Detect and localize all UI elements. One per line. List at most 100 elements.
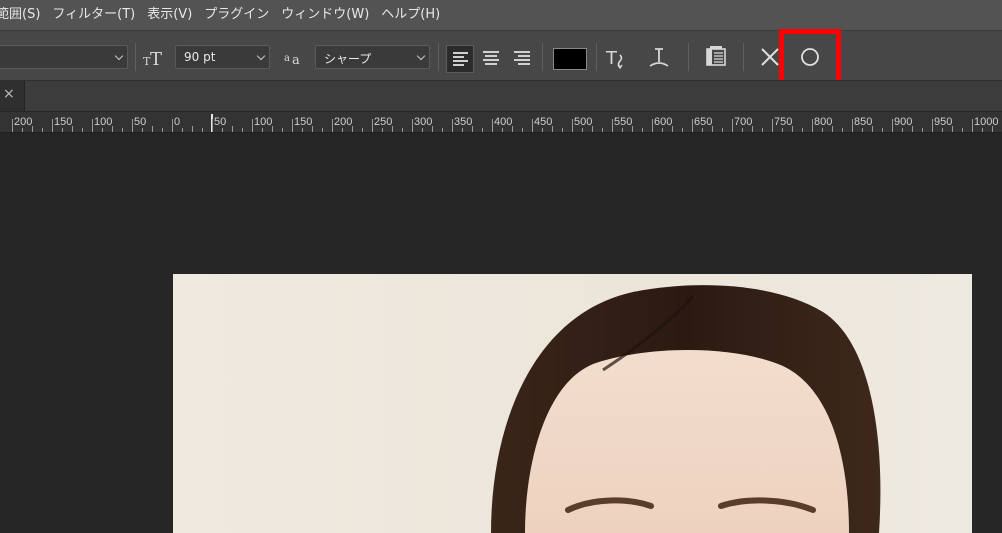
anti-alias-select[interactable]: シャープ xyxy=(315,45,430,69)
ruler-minor-tick xyxy=(192,126,193,132)
ruler-minor-tick xyxy=(582,128,583,132)
ruler-label: 450 xyxy=(534,116,553,128)
ruler-minor-tick xyxy=(752,126,753,132)
ruler-minor-tick xyxy=(742,128,743,132)
divider xyxy=(596,43,597,71)
ruler-minor-tick xyxy=(712,126,713,132)
ruler-minor-tick xyxy=(632,126,633,132)
ruler-label: 550 xyxy=(614,116,633,128)
ruler-minor-tick xyxy=(952,126,953,132)
ruler-tick xyxy=(252,119,253,132)
ruler-tick xyxy=(372,119,373,132)
svg-text:a: a xyxy=(284,53,290,64)
ruler-tick xyxy=(732,119,733,132)
ruler-minor-tick xyxy=(442,128,443,132)
ruler-minor-tick xyxy=(882,128,883,132)
ruler-minor-tick xyxy=(842,128,843,132)
ruler-minor-tick xyxy=(202,128,203,132)
align-center-button[interactable] xyxy=(477,45,505,73)
document-tab[interactable]: × xyxy=(0,81,25,112)
ruler-minor-tick xyxy=(72,126,73,132)
ruler-minor-tick xyxy=(462,128,463,132)
ruler-tick xyxy=(532,119,533,132)
menu-bar: 範囲(S) フィルター(T) 表示(V) プラグイン ウィンドウ(W) ヘルプ(… xyxy=(0,0,1002,30)
ruler-tick xyxy=(652,119,653,132)
font-size-select[interactable]: 90 pt xyxy=(175,45,270,69)
ruler-label: 300 xyxy=(414,116,433,128)
ruler-minor-tick xyxy=(542,128,543,132)
text-color-swatch[interactable] xyxy=(553,48,587,70)
menu-window[interactable]: ウィンドウ(W) xyxy=(275,0,375,30)
ruler-minor-tick xyxy=(872,126,873,132)
ruler-minor-tick xyxy=(802,128,803,132)
ruler-minor-tick xyxy=(992,126,993,132)
align-left-button[interactable] xyxy=(446,45,474,73)
ruler-minor-tick xyxy=(512,126,513,132)
ruler-label: 700 xyxy=(734,116,753,128)
ruler-minor-tick xyxy=(782,128,783,132)
chevron-down-icon xyxy=(416,51,426,61)
ruler-label: 200 xyxy=(334,116,353,128)
warp-text-icon: T xyxy=(605,48,623,70)
ruler-minor-tick xyxy=(482,128,483,132)
ruler-minor-tick xyxy=(942,128,943,132)
ruler-tick xyxy=(92,119,93,132)
character-panel-button[interactable] xyxy=(703,44,729,70)
ruler-minor-tick xyxy=(642,128,643,132)
menu-plugins[interactable]: プラグイン xyxy=(198,0,275,30)
menu-view[interactable]: 表示(V) xyxy=(141,0,198,30)
ruler-minor-tick xyxy=(112,126,113,132)
ruler-minor-tick xyxy=(152,126,153,132)
ruler-minor-tick xyxy=(272,126,273,132)
ruler-tick xyxy=(292,119,293,132)
align-right-button[interactable] xyxy=(508,45,536,73)
ruler-label: 950 xyxy=(934,116,953,128)
ruler-tick xyxy=(572,119,573,132)
ruler-minor-tick xyxy=(702,128,703,132)
chevron-down-icon xyxy=(256,51,266,61)
ruler-minor-tick xyxy=(122,128,123,132)
ruler-minor-tick xyxy=(622,128,623,132)
ruler-label: 50 xyxy=(134,116,147,128)
ruler-label: 0 xyxy=(174,116,181,128)
menu-help[interactable]: ヘルプ(H) xyxy=(375,0,446,30)
document-canvas[interactable] xyxy=(173,274,972,533)
menu-filter[interactable]: フィルター(T) xyxy=(46,0,141,30)
anti-alias-icon: a a xyxy=(283,43,305,71)
ruler-label: 250 xyxy=(374,116,393,128)
ruler-label: 150 xyxy=(54,116,73,128)
ruler-minor-tick xyxy=(562,128,563,132)
horizontal-ruler[interactable]: 200 150 100 50 0 50 100 150 200 250 300 350 400 450 50… xyxy=(0,111,1002,133)
font-style-select[interactable] xyxy=(0,45,128,69)
ruler-minor-tick xyxy=(302,128,303,132)
document-tab-bar: × xyxy=(0,80,1002,112)
font-size-value: 90 pt xyxy=(184,50,216,64)
ruler-minor-tick xyxy=(142,128,143,132)
menu-select[interactable]: 範囲(S) xyxy=(0,0,46,30)
panel-toggle-icon xyxy=(706,46,726,66)
divider xyxy=(542,43,543,71)
text-path-button[interactable] xyxy=(646,43,672,71)
warp-text-button[interactable]: T xyxy=(604,43,630,71)
ruler-minor-tick xyxy=(432,126,433,132)
options-bar: T T 90 pt a a シャープ T xyxy=(0,30,1002,80)
ruler-label: 350 xyxy=(454,116,473,128)
ruler-minor-tick xyxy=(602,128,603,132)
ruler-tick xyxy=(892,119,893,132)
ruler-minor-tick xyxy=(222,128,223,132)
ruler-tick xyxy=(172,119,173,132)
highlight-box xyxy=(779,29,841,85)
ruler-minor-tick xyxy=(592,126,593,132)
ruler-minor-tick xyxy=(22,128,23,132)
ruler-minor-tick xyxy=(322,128,323,132)
close-icon[interactable]: × xyxy=(3,86,15,102)
svg-text:a: a xyxy=(292,53,300,68)
ruler-label: 50 xyxy=(214,116,227,128)
ruler-minor-tick xyxy=(82,128,83,132)
text-path-icon xyxy=(649,48,669,67)
ruler-tick xyxy=(492,119,493,132)
svg-text:T: T xyxy=(605,48,618,69)
ruler-tick xyxy=(332,119,333,132)
ruler-minor-tick xyxy=(402,128,403,132)
svg-text:T: T xyxy=(150,49,162,70)
